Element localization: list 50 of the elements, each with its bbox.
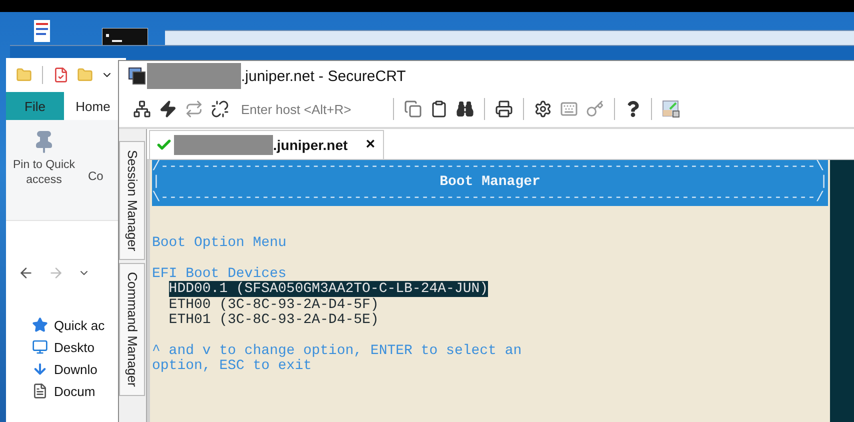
help-icon[interactable] (625, 101, 641, 117)
lightning-icon[interactable] (159, 100, 177, 118)
host-field[interactable]: Enter host <Alt+R> (239, 100, 383, 118)
back-icon[interactable] (18, 265, 34, 281)
app-icon (128, 67, 146, 85)
tree-item[interactable]: Docum (54, 384, 96, 398)
binoculars-icon[interactable] (456, 100, 474, 118)
down-arrow-icon (32, 361, 48, 377)
console-icon (102, 28, 148, 46)
side-tab[interactable]: Command Manager (119, 263, 145, 396)
terminal-text: Boot Option Menu (152, 235, 286, 252)
header-edge: | (152, 175, 160, 190)
header-edge: | (820, 175, 828, 190)
folder-icon (16, 67, 32, 83)
side-tab[interactable]: Session Manager (119, 141, 145, 260)
tree-item[interactable]: Downlo (54, 362, 98, 376)
header-border: \------------------------------------------------------------------------------/ (152, 190, 826, 206)
clipboard-icon[interactable] (430, 100, 448, 118)
repeat-icon[interactable] (185, 100, 203, 118)
terminal-text: EFI Boot Devices (152, 266, 286, 282)
close-button[interactable]: × (366, 136, 376, 154)
copy-icon[interactable] (404, 100, 422, 118)
network-icon[interactable] (133, 100, 151, 118)
tab-label: .juniper.net (273, 137, 348, 153)
terminal-text: option, ESC to exit (152, 358, 312, 374)
ribbon-label: Co (88, 169, 104, 185)
ribbon-tab[interactable]: File (6, 92, 64, 120)
window-title: .juniper.net - SecureCRT (241, 68, 406, 84)
settings-icon[interactable] (534, 100, 552, 118)
tree-item[interactable]: Deskto (54, 340, 94, 354)
tree-item[interactable]: Quick ac (54, 318, 105, 332)
boot-option[interactable]: ETH01 (3C-8C-93-2A-D4-5E) (168, 312, 379, 328)
terminal-text: ^ and v to change option, ENTER to select an (152, 342, 522, 359)
session-tab[interactable]: .juniper.net × (149, 130, 384, 159)
monitor-icon (32, 339, 48, 355)
pin-button[interactable]: Pin to Quick access (6, 130, 82, 220)
image-lock-icon[interactable] (662, 100, 680, 118)
notepad-icon (34, 20, 50, 42)
star-icon (32, 317, 48, 333)
document-icon (32, 383, 48, 399)
header-border: /------------------------------------------------------------------------------\ (152, 160, 826, 175)
header-title: Boot Manager (440, 175, 540, 190)
folder-icon (77, 67, 93, 83)
unlink-icon[interactable] (211, 100, 229, 118)
checklist-icon (53, 67, 69, 83)
keyboard-icon[interactable] (560, 100, 578, 118)
printer-icon[interactable] (495, 100, 513, 118)
key-icon[interactable] (586, 100, 604, 118)
boot-option[interactable]: ETH00 (3C-8C-93-2A-D4-5F) (168, 296, 379, 313)
boot-option[interactable]: HDD00.1 (SFSA050GM3AA2TO-C-LB-24A-JUN) (168, 281, 488, 298)
